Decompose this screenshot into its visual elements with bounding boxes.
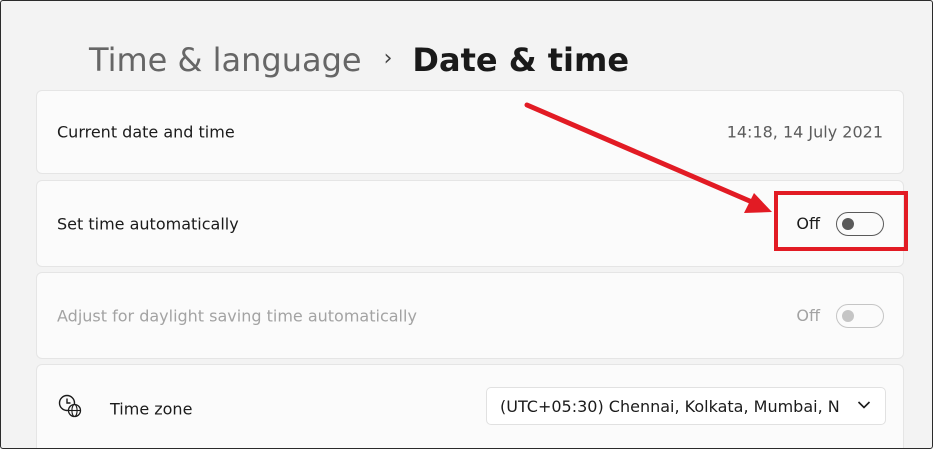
daylight-saving-control: Off	[796, 303, 884, 328]
daylight-saving-label: Adjust for daylight saving time automati…	[57, 306, 417, 325]
breadcrumb: Time & language › Date & time	[89, 36, 629, 84]
current-date-time-label: Current date and time	[57, 122, 235, 142]
daylight-saving-state: Off	[796, 306, 820, 325]
time-zone-selected: (UTC+05:30) Chennai, Kolkata, Mumbai, Ne…	[500, 397, 840, 416]
chevron-down-icon	[857, 401, 871, 409]
daylight-saving-toggle[interactable]	[836, 303, 884, 328]
current-date-time-value: 14:18, 14 July 2021	[726, 122, 883, 142]
current-date-time-card: Current date and time 14:18, 14 July 202…	[36, 90, 904, 174]
breadcrumb-chevron-icon: ›	[383, 45, 393, 71]
clock-globe-icon	[58, 394, 82, 418]
annotation-highlight-box	[774, 191, 908, 251]
daylight-saving-card: Adjust for daylight saving time automati…	[36, 272, 904, 359]
breadcrumb-parent-link[interactable]: Time & language	[89, 41, 362, 79]
time-zone-card: Time zone (UTC+05:30) Chennai, Kolkata, …	[36, 364, 904, 448]
time-zone-dropdown[interactable]: (UTC+05:30) Chennai, Kolkata, Mumbai, Ne…	[486, 387, 886, 425]
set-time-automatically-label: Set time automatically	[57, 214, 239, 233]
time-zone-label: Time zone	[110, 399, 193, 419]
toggle-knob	[842, 309, 854, 322]
page-title: Date & time	[412, 41, 630, 79]
